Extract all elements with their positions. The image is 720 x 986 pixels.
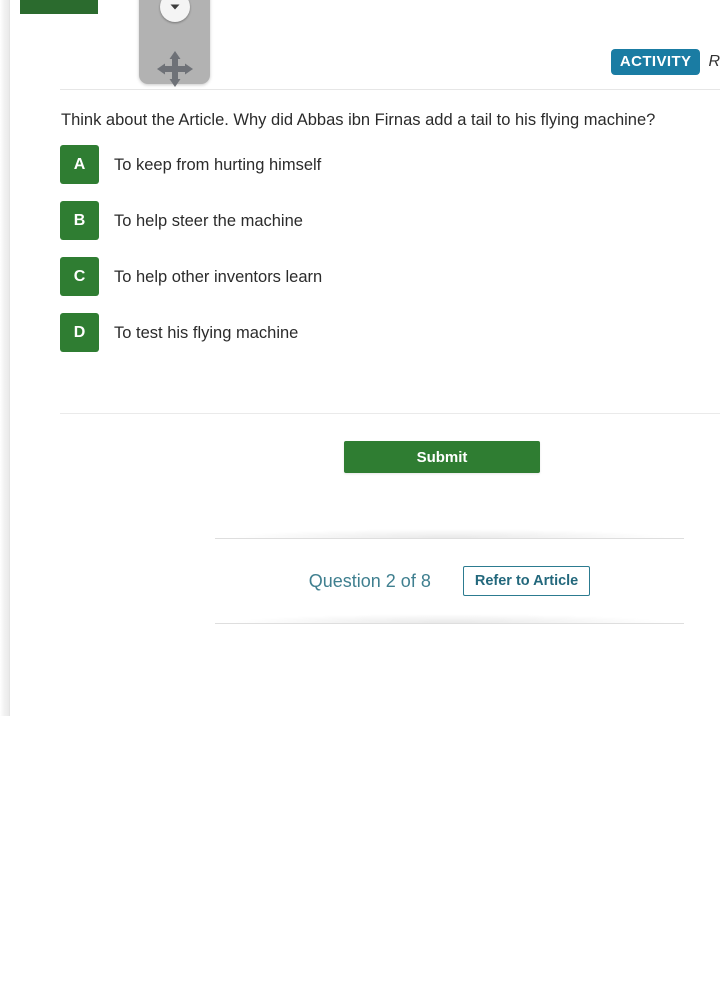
move-arrows-icon[interactable] (154, 48, 196, 90)
answer-option-c[interactable]: C To help other inventors learn (60, 257, 680, 296)
footer-content: Question 2 of 8 Refer to Article (215, 539, 684, 623)
page-background: ACTIVITY R Think about the Article. Why … (0, 0, 720, 986)
submit-button[interactable]: Submit (344, 441, 540, 473)
option-text-c[interactable]: To help other inventors learn (114, 267, 322, 287)
activity-badge: ACTIVITY (610, 49, 701, 75)
floating-drag-widget[interactable] (139, 0, 210, 87)
option-letter-b[interactable]: B (60, 201, 99, 240)
option-text-b[interactable]: To help steer the machine (114, 211, 303, 231)
question-footer-nav: Question 2 of 8 Refer to Article (215, 529, 684, 624)
option-text-a[interactable]: To keep from hurting himself (114, 155, 321, 175)
question-prompt: Think about the Article. Why did Abbas i… (61, 111, 656, 129)
widget-collapse-button[interactable] (159, 0, 190, 22)
answer-option-d[interactable]: D To test his flying machine (60, 313, 680, 352)
answer-options-list: A To keep from hurting himself B To help… (60, 145, 680, 369)
option-text-d[interactable]: To test his flying machine (114, 323, 298, 343)
badge-group: ACTIVITY R (610, 49, 720, 75)
question-counter: Question 2 of 8 (308, 571, 431, 591)
refer-to-article-button[interactable]: Refer to Article (462, 565, 591, 597)
chevron-down-icon (170, 4, 179, 10)
progress-bar-stub (20, 0, 98, 14)
option-letter-d[interactable]: D (60, 313, 99, 352)
option-letter-a[interactable]: A (60, 145, 99, 184)
card-left-shadow (0, 0, 9, 716)
footer-divider-bottom (215, 614, 684, 624)
reading-label: R (708, 53, 720, 70)
submit-divider (60, 413, 720, 414)
answer-option-b[interactable]: B To help steer the machine (60, 201, 680, 240)
answer-option-a[interactable]: A To keep from hurting himself (60, 145, 680, 184)
activity-content-card: ACTIVITY R Think about the Article. Why … (9, 0, 720, 716)
option-letter-c[interactable]: C (60, 257, 99, 296)
